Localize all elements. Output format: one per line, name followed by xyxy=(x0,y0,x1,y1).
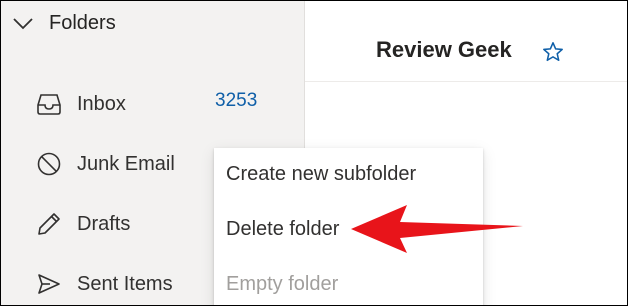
send-icon xyxy=(37,272,61,296)
app-window: Folders Inbox 3253 Junk Email Drafts Sen… xyxy=(0,0,628,306)
sidebar-item-label: Junk Email xyxy=(77,152,175,175)
folders-section-toggle[interactable]: Folders xyxy=(11,7,116,39)
pencil-icon xyxy=(37,212,61,236)
annotation-arrow xyxy=(351,205,523,253)
sidebar-item-inbox[interactable]: Inbox xyxy=(37,89,126,119)
star-icon[interactable] xyxy=(542,41,564,68)
sidebar-item-label: Drafts xyxy=(77,212,131,235)
folder-header: Review Geek xyxy=(305,1,627,82)
sidebar-item-drafts[interactable]: Drafts xyxy=(37,209,130,239)
chevron-down-icon xyxy=(11,11,35,35)
menu-item-delete-folder[interactable]: Delete folder xyxy=(226,218,339,241)
unread-count-badge: 3253 xyxy=(215,90,258,111)
menu-item-create-subfolder[interactable]: Create new subfolder xyxy=(226,163,416,186)
sidebar-item-label: Inbox xyxy=(77,92,126,115)
sidebar-item-junk-email[interactable]: Junk Email xyxy=(37,149,175,179)
inbox-icon xyxy=(37,92,61,116)
menu-item-empty-folder: Empty folder xyxy=(226,273,339,295)
sidebar-item-sent-items[interactable]: Sent Items xyxy=(37,269,173,299)
folder-title: Review Geek xyxy=(376,37,512,62)
sidebar-item-label: Sent Items xyxy=(77,272,173,295)
junk-icon xyxy=(37,152,61,176)
folders-header-label: Folders xyxy=(49,11,116,34)
